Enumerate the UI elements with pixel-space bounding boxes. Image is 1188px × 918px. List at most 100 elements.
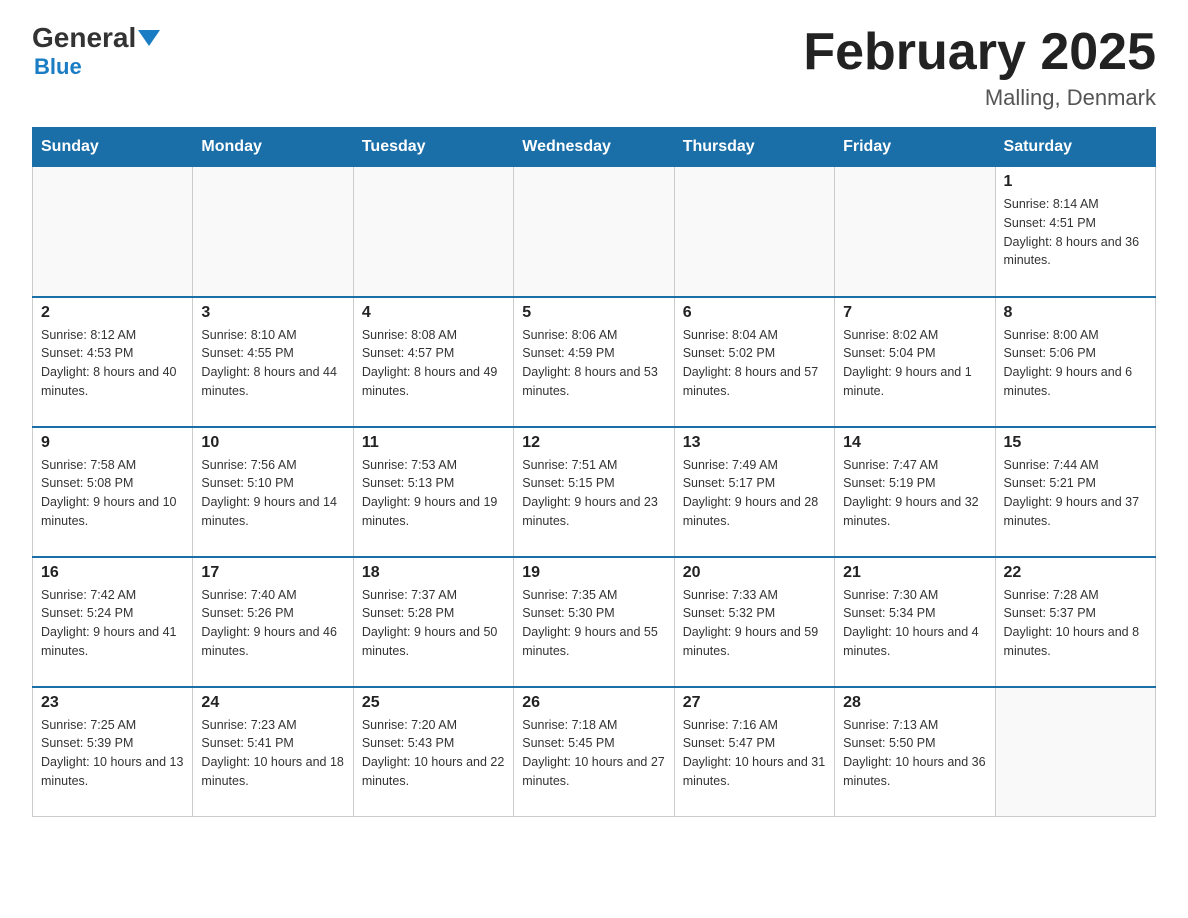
day-number: 13 [683,434,826,452]
day-info: Sunrise: 7:33 AMSunset: 5:32 PMDaylight:… [683,586,826,661]
calendar-day: 22 Sunrise: 7:28 AMSunset: 5:37 PMDayligh… [995,557,1155,687]
day-info: Sunrise: 8:08 AMSunset: 4:57 PMDaylight:… [362,326,505,401]
calendar-day: 24Sunrise: 7:23 AMSunset: 5:41 PMDayligh… [193,687,353,817]
day-number: 3 [201,304,344,322]
day-info: Sunrise: 7:40 AMSunset: 5:26 PMDaylight:… [201,586,344,661]
day-info: Sunrise: 7:51 AMSunset: 5:15 PMDaylight:… [522,456,665,531]
day-info: Sunrise: 7:44 AMSunset: 5:21 PMDaylight:… [1004,456,1147,531]
day-number: 15 [1004,434,1147,452]
calendar-day: 19 Sunrise: 7:35 AMSunset: 5:30 PMDayligh… [514,557,674,687]
day-number: 7 [843,304,986,322]
logo-general: General [32,24,136,52]
day-info: Sunrise: 7:25 AMSunset: 5:39 PMDaylight:… [41,716,184,791]
calendar-table: Sunday Monday Tuesday Wednesday Thursday… [32,127,1156,817]
day-info: Sunrise: 7:16 AMSunset: 5:47 PMDaylight:… [683,716,826,791]
day-info: Sunrise: 7:30 AMSunset: 5:34 PMDaylight:… [843,586,986,661]
calendar-week-1: 1 Sunrise: 8:14 AMSunset: 4:51 PMDaylight… [33,167,1156,297]
day-info: Sunrise: 8:02 AMSunset: 5:04 PMDaylight:… [843,326,986,401]
calendar-day [674,167,834,297]
calendar-day: 14 Sunrise: 7:47 AMSunset: 5:19 PMDayligh… [835,427,995,557]
day-number: 10 [201,434,344,452]
header-friday: Friday [835,128,995,167]
calendar-day [33,167,193,297]
header-monday: Monday [193,128,353,167]
calendar-day: 6 Sunrise: 8:04 AMSunset: 5:02 PMDaylight… [674,297,834,427]
day-number: 4 [362,304,505,322]
calendar-day: 28 Sunrise: 7:13 AMSunset: 5:50 PMDayligh… [835,687,995,817]
logo-triangle-icon [138,30,160,46]
day-number: 5 [522,304,665,322]
day-info: Sunrise: 8:06 AMSunset: 4:59 PMDaylight:… [522,326,665,401]
calendar-day: 2Sunrise: 8:12 AMSunset: 4:53 PMDaylight… [33,297,193,427]
header-wednesday: Wednesday [514,128,674,167]
calendar-day: 10 Sunrise: 7:56 AMSunset: 5:10 PMDayligh… [193,427,353,557]
day-number: 25 [362,694,505,712]
weekday-header-row: Sunday Monday Tuesday Wednesday Thursday… [33,128,1156,167]
day-info: Sunrise: 7:28 AMSunset: 5:37 PMDaylight:… [1004,586,1147,661]
day-number: 22 [1004,564,1147,582]
month-title: February 2025 [803,24,1156,81]
calendar-day: 27 Sunrise: 7:16 AMSunset: 5:47 PMDayligh… [674,687,834,817]
day-info: Sunrise: 8:14 AMSunset: 4:51 PMDaylight:… [1004,195,1147,270]
calendar-day: 4 Sunrise: 8:08 AMSunset: 4:57 PMDaylight… [353,297,513,427]
day-info: Sunrise: 8:10 AMSunset: 4:55 PMDaylight:… [201,326,344,401]
calendar-day: 25 Sunrise: 7:20 AMSunset: 5:43 PMDayligh… [353,687,513,817]
day-info: Sunrise: 7:37 AMSunset: 5:28 PMDaylight:… [362,586,505,661]
day-info: Sunrise: 7:20 AMSunset: 5:43 PMDaylight:… [362,716,505,791]
day-info: Sunrise: 8:04 AMSunset: 5:02 PMDaylight:… [683,326,826,401]
day-number: 28 [843,694,986,712]
logo-blue: Blue [32,54,82,80]
title-block: February 2025 Malling, Denmark [803,24,1156,111]
day-info: Sunrise: 7:49 AMSunset: 5:17 PMDaylight:… [683,456,826,531]
day-number: 27 [683,694,826,712]
header-tuesday: Tuesday [353,128,513,167]
day-number: 8 [1004,304,1147,322]
day-number: 1 [1004,173,1147,191]
header-saturday: Saturday [995,128,1155,167]
calendar-day [353,167,513,297]
day-number: 26 [522,694,665,712]
day-number: 24 [201,694,344,712]
day-info: Sunrise: 7:47 AMSunset: 5:19 PMDaylight:… [843,456,986,531]
day-number: 6 [683,304,826,322]
day-info: Sunrise: 8:12 AMSunset: 4:53 PMDaylight:… [41,326,184,401]
calendar-day: 21Sunrise: 7:30 AMSunset: 5:34 PMDayligh… [835,557,995,687]
calendar-day: 12Sunrise: 7:51 AMSunset: 5:15 PMDayligh… [514,427,674,557]
day-number: 14 [843,434,986,452]
calendar-day: 1 Sunrise: 8:14 AMSunset: 4:51 PMDaylight… [995,167,1155,297]
calendar-day: 7 Sunrise: 8:02 AMSunset: 5:04 PMDaylight… [835,297,995,427]
day-number: 23 [41,694,184,712]
calendar-day: 20Sunrise: 7:33 AMSunset: 5:32 PMDayligh… [674,557,834,687]
calendar-day: 9 Sunrise: 7:58 AMSunset: 5:08 PMDaylight… [33,427,193,557]
calendar-week-2: 2Sunrise: 8:12 AMSunset: 4:53 PMDaylight… [33,297,1156,427]
day-number: 17 [201,564,344,582]
day-info: Sunrise: 7:13 AMSunset: 5:50 PMDaylight:… [843,716,986,791]
calendar-day: 16 Sunrise: 7:42 AMSunset: 5:24 PMDayligh… [33,557,193,687]
day-info: Sunrise: 7:42 AMSunset: 5:24 PMDaylight:… [41,586,184,661]
calendar-day [995,687,1155,817]
day-number: 18 [362,564,505,582]
day-info: Sunrise: 7:53 AMSunset: 5:13 PMDaylight:… [362,456,505,531]
calendar-day: 3 Sunrise: 8:10 AMSunset: 4:55 PMDaylight… [193,297,353,427]
calendar-day [835,167,995,297]
day-number: 9 [41,434,184,452]
day-info: Sunrise: 7:58 AMSunset: 5:08 PMDaylight:… [41,456,184,531]
calendar-day: 13 Sunrise: 7:49 AMSunset: 5:17 PMDayligh… [674,427,834,557]
header-sunday: Sunday [33,128,193,167]
day-info: Sunrise: 7:18 AMSunset: 5:45 PMDaylight:… [522,716,665,791]
calendar-day [514,167,674,297]
logo: General Blue [32,24,160,80]
calendar-day: 11 Sunrise: 7:53 AMSunset: 5:13 PMDayligh… [353,427,513,557]
day-info: Sunrise: 8:00 AMSunset: 5:06 PMDaylight:… [1004,326,1147,401]
calendar-day: 17 Sunrise: 7:40 AMSunset: 5:26 PMDayligh… [193,557,353,687]
page-header: General Blue February 2025 Malling, Denm… [32,24,1156,111]
calendar-week-4: 16 Sunrise: 7:42 AMSunset: 5:24 PMDayligh… [33,557,1156,687]
day-info: Sunrise: 7:35 AMSunset: 5:30 PMDaylight:… [522,586,665,661]
day-number: 11 [362,434,505,452]
calendar-day: 18 Sunrise: 7:37 AMSunset: 5:28 PMDayligh… [353,557,513,687]
day-info: Sunrise: 7:56 AMSunset: 5:10 PMDaylight:… [201,456,344,531]
day-number: 16 [41,564,184,582]
location: Malling, Denmark [803,85,1156,111]
day-number: 19 [522,564,665,582]
calendar-week-5: 23 Sunrise: 7:25 AMSunset: 5:39 PMDayligh… [33,687,1156,817]
